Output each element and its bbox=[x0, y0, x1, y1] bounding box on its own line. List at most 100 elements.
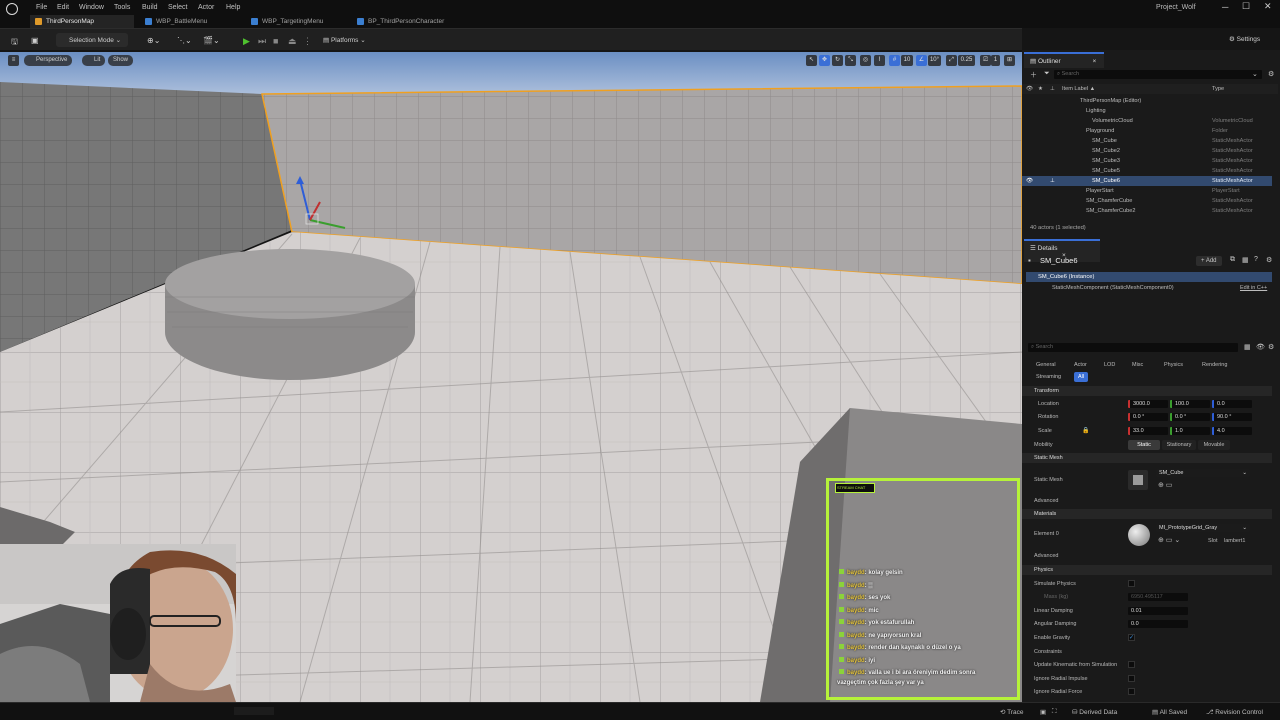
advanced-toggle[interactable]: Advanced bbox=[1034, 553, 1058, 559]
material-dropdown[interactable]: MI_PrototypeGrid_Gray ⌄ bbox=[1156, 524, 1250, 532]
filter-rendering[interactable]: Rendering bbox=[1198, 360, 1231, 370]
unreal-logo-icon[interactable] bbox=[6, 3, 18, 15]
outliner-search-input[interactable]: ⌕ Search bbox=[1054, 70, 1262, 79]
item-label-header[interactable]: Item Label ▲ bbox=[1062, 86, 1095, 92]
outliner-settings-icon[interactable]: ⚙ bbox=[1268, 70, 1274, 78]
constraints-toggle[interactable]: Constraints bbox=[1034, 649, 1062, 655]
menu-file[interactable]: File bbox=[36, 4, 47, 11]
details-search-input[interactable]: ⌕ Search bbox=[1028, 343, 1238, 352]
filter-physics[interactable]: Physics bbox=[1160, 360, 1187, 370]
transform-section[interactable]: Transform bbox=[1022, 386, 1272, 396]
mesh-thumbnail[interactable] bbox=[1128, 470, 1148, 490]
menu-help[interactable]: Help bbox=[226, 4, 240, 11]
scale-label[interactable]: Scale bbox=[1038, 428, 1052, 434]
platforms-button[interactable]: ▤ Platforms ⌄ bbox=[318, 33, 371, 47]
blueprint-icon[interactable]: ⧉ bbox=[1230, 256, 1235, 264]
help-icon[interactable]: ? bbox=[1254, 256, 1258, 263]
filter-all[interactable]: All bbox=[1074, 372, 1089, 382]
visibility-eye-icon[interactable]: 👁 bbox=[1026, 178, 1033, 184]
update-kinematic-checkbox[interactable] bbox=[1128, 661, 1135, 668]
menu-window[interactable]: Window bbox=[79, 4, 104, 11]
scale-tool-icon[interactable]: ⤡ bbox=[845, 55, 856, 66]
hamburger-menu-icon[interactable]: ≡ bbox=[8, 55, 19, 66]
filter-actor[interactable]: Actor bbox=[1070, 360, 1091, 370]
show-button[interactable]: Show bbox=[108, 55, 134, 66]
maximize-icon[interactable]: ☐ bbox=[1242, 1, 1250, 12]
menu-edit[interactable]: Edit bbox=[57, 4, 69, 11]
settings-icon[interactable]: ⚙ bbox=[1268, 343, 1274, 351]
play-options-icon[interactable]: ⋮ bbox=[298, 33, 317, 47]
component-row[interactable]: StaticMeshComponent (StaticMeshComponent… bbox=[1052, 285, 1174, 291]
advanced-toggle[interactable]: Advanced bbox=[1034, 498, 1058, 504]
rotate-snap-value[interactable]: 10° bbox=[928, 55, 941, 66]
mobility-stationary[interactable]: Stationary bbox=[1162, 440, 1196, 450]
selection-mode-button[interactable]: Selection Mode ⌄ bbox=[56, 33, 128, 47]
scale-x[interactable]: 33.0 bbox=[1128, 427, 1168, 435]
add-component-button[interactable]: + Add bbox=[1196, 256, 1222, 266]
lock-icon[interactable]: 🔒 bbox=[1082, 427, 1089, 434]
outliner-row[interactable]: PlayerStart PlayerStart bbox=[1022, 186, 1272, 196]
mobility-movable[interactable]: Movable bbox=[1198, 440, 1230, 450]
outliner-row[interactable]: SM_Cube2 StaticMeshActor bbox=[1022, 146, 1272, 156]
rotation-y[interactable]: 0.0 ° bbox=[1170, 413, 1210, 421]
menu-actor[interactable]: Actor bbox=[198, 4, 214, 11]
grid-snap-icon[interactable]: # bbox=[889, 55, 900, 66]
location-y[interactable]: 100.0 bbox=[1170, 400, 1210, 408]
pin-icon[interactable]: ⊥ bbox=[1050, 178, 1055, 184]
stop-icon[interactable]: ■ bbox=[268, 33, 283, 47]
outliner-row[interactable]: Playground Folder bbox=[1022, 126, 1272, 136]
filter-lod[interactable]: LOD bbox=[1100, 360, 1119, 370]
chevron-down-icon[interactable]: ⌄ bbox=[1252, 70, 1258, 78]
outliner-row[interactable]: ThirdPersonMap (Editor) bbox=[1022, 96, 1272, 106]
grid-snap-value[interactable]: 10 bbox=[901, 55, 913, 66]
cmd-console-input[interactable] bbox=[234, 707, 274, 715]
outliner-row[interactable]: SM_Cube5 StaticMeshActor bbox=[1022, 166, 1272, 176]
grid-view-icon[interactable]: ▦ bbox=[1242, 256, 1249, 264]
cinematics-icon[interactable]: 🎬⌄ bbox=[198, 33, 225, 47]
simulate-physics-checkbox[interactable] bbox=[1128, 580, 1135, 587]
tab-wbp-battlemenu[interactable]: WBP_BattleMenu bbox=[140, 15, 240, 28]
filter-streaming[interactable]: Streaming bbox=[1032, 372, 1065, 382]
outliner-row-selected[interactable]: 👁 ⊥ SM_Cube6 StaticMeshActor bbox=[1022, 176, 1272, 186]
enable-gravity-checkbox[interactable]: ✓ bbox=[1128, 634, 1135, 641]
rotate-tool-icon[interactable]: ↻ bbox=[832, 55, 843, 66]
outliner-tab[interactable]: ▤ Outliner × bbox=[1024, 52, 1104, 68]
ignore-radial-force-checkbox[interactable] bbox=[1128, 688, 1135, 695]
add-actor-icon[interactable]: ⊕⌄ bbox=[142, 33, 165, 47]
filter-general[interactable]: General bbox=[1032, 360, 1060, 370]
ignore-radial-impulse-checkbox[interactable] bbox=[1128, 675, 1135, 682]
eye-icon[interactable]: 👁 bbox=[1256, 343, 1265, 351]
location-z[interactable]: 0.0 bbox=[1212, 400, 1252, 408]
surface-snap-icon[interactable]: ⌇ bbox=[874, 55, 885, 66]
add-filter-icon[interactable]: ＋ bbox=[1030, 70, 1037, 80]
close-icon[interactable]: × bbox=[1093, 58, 1097, 65]
rotation-label[interactable]: Rotation bbox=[1038, 414, 1059, 420]
grid-view-icon[interactable]: ▦ bbox=[1244, 343, 1251, 351]
perspective-button[interactable]: Perspective bbox=[24, 55, 73, 66]
settings-icon[interactable]: ⚙ bbox=[1266, 256, 1272, 264]
derived-data-button[interactable]: ⛁ Derived Data bbox=[1072, 708, 1117, 716]
mass-field[interactable]: 6950.495117 bbox=[1128, 593, 1188, 601]
minimize-icon[interactable]: ─ bbox=[1222, 2, 1228, 12]
materials-section[interactable]: Materials bbox=[1022, 509, 1272, 519]
scale-z[interactable]: 4.0 bbox=[1212, 427, 1252, 435]
static-mesh-dropdown[interactable]: SM_Cube ⌄ bbox=[1156, 469, 1250, 477]
outliner-row[interactable]: SM_Cube3 StaticMeshActor bbox=[1022, 156, 1272, 166]
edit-in-cpp-link[interactable]: Edit in C++ bbox=[1240, 285, 1267, 291]
lit-button[interactable]: Lit bbox=[82, 55, 106, 66]
material-browse-icons[interactable]: ⊕ ▭ ⌄ bbox=[1158, 536, 1180, 544]
camera-icon[interactable]: ▣ bbox=[1040, 708, 1046, 716]
scale-snap-icon[interactable]: ⤢ bbox=[946, 55, 957, 66]
settings-button[interactable]: ⚙ Settings bbox=[1224, 32, 1265, 46]
rotate-snap-icon[interactable]: ∠ bbox=[916, 55, 927, 66]
move-tool-icon[interactable]: ✥ bbox=[819, 55, 830, 66]
filter-icon[interactable]: ⏷ bbox=[1044, 70, 1050, 78]
location-label[interactable]: Location bbox=[1038, 401, 1059, 407]
outliner-row[interactable]: SM_ChamferCube2 StaticMeshActor bbox=[1022, 206, 1272, 216]
location-x[interactable]: 3000.0 bbox=[1128, 400, 1168, 408]
tab-thirdpersonmap[interactable]: ThirdPersonMap bbox=[30, 15, 134, 28]
close-icon[interactable]: ✕ bbox=[1264, 1, 1272, 12]
outliner-row[interactable]: SM_ChamferCube StaticMeshActor bbox=[1022, 196, 1272, 206]
camera-speed-value[interactable]: 1 bbox=[991, 55, 1000, 66]
rotation-z[interactable]: 90.0 ° bbox=[1212, 413, 1252, 421]
